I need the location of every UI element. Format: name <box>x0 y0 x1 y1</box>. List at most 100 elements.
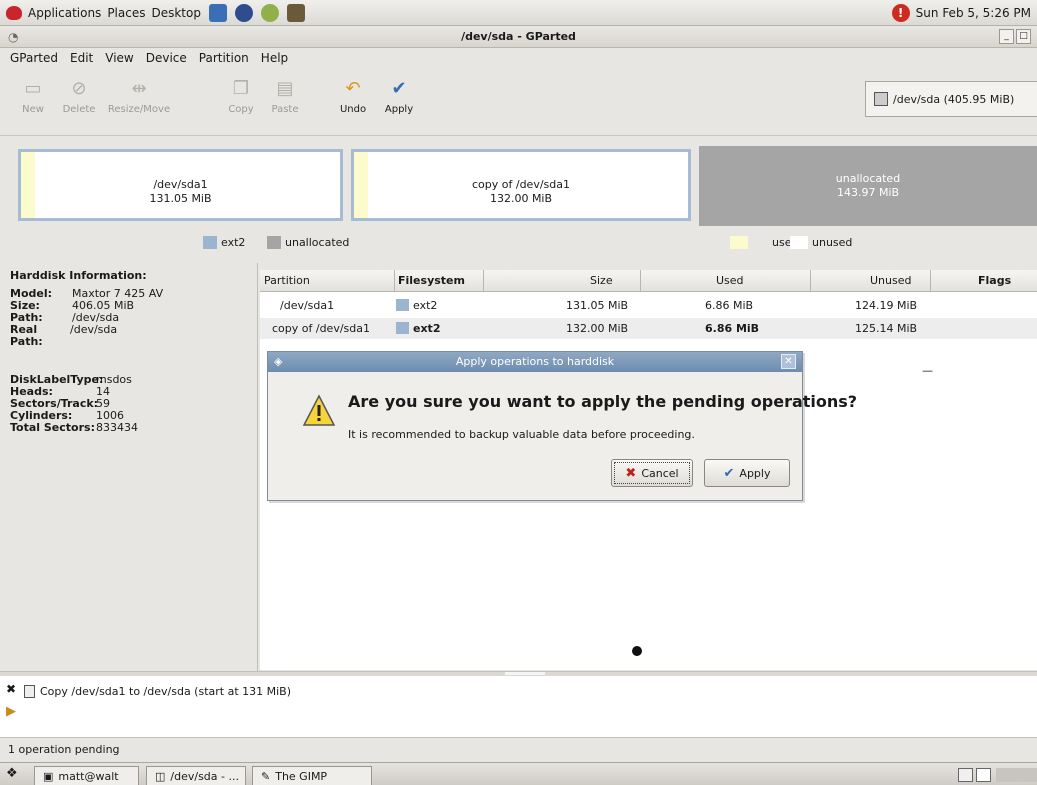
ext2-swatch <box>396 322 409 334</box>
device-select[interactable]: /dev/sda (405.95 MiB) <box>865 81 1037 117</box>
workspace-3[interactable] <box>996 768 1037 782</box>
hd-path: Path:/dev/sda <box>10 312 247 324</box>
legend-ext2: ext2 <box>203 236 245 249</box>
cell-filesystem: ext2 <box>396 299 437 312</box>
graph-unallocated[interactable]: unallocated 143.97 MiB <box>699 146 1037 226</box>
workspace-1[interactable] <box>958 768 973 782</box>
legend-ext2-label: ext2 <box>221 236 246 249</box>
undo-icon: ↶ <box>345 78 361 99</box>
graph-p2-size: 132.00 MiB <box>489 192 553 205</box>
dialog-title: Apply operations to harddisk <box>455 355 615 368</box>
pending-operation-text: Copy /dev/sda1 to /dev/sda (start at 131… <box>40 685 292 698</box>
dialog-apply-label: Apply <box>739 466 771 480</box>
legend-unallocated-label: unallocated <box>285 236 350 249</box>
pane-grip[interactable] <box>505 672 545 675</box>
copy-button[interactable]: ❐ Copy <box>218 74 264 130</box>
menu-edit[interactable]: Edit <box>70 51 93 65</box>
window-controls: _ □ <box>999 29 1031 44</box>
minimize-icon[interactable]: _ <box>999 29 1014 44</box>
column-separator[interactable] <box>640 270 641 292</box>
maximize-icon[interactable]: □ <box>1016 29 1031 44</box>
task-terminal[interactable]: ▣ matt@walt <box>34 766 139 785</box>
column-separator[interactable] <box>394 270 395 292</box>
dialog-close-icon[interactable]: ✕ <box>781 354 796 369</box>
panel-tray: ! Sun Feb 5, 5:26 PM <box>891 3 1031 22</box>
menu-places[interactable]: Places <box>107 6 145 20</box>
col-header-size[interactable]: Size <box>590 274 613 287</box>
col-header-partition[interactable]: Partition <box>264 274 310 287</box>
menu-help[interactable]: Help <box>261 51 288 65</box>
graph-partition-copy[interactable]: copy of /dev/sda1 132.00 MiB <box>351 149 691 221</box>
unallocated-swatch <box>267 236 281 249</box>
legend-unused-label: unused <box>812 236 853 249</box>
panel-clock[interactable]: Sun Feb 5, 5:26 PM <box>916 6 1031 20</box>
resize-move-button[interactable]: ⇹ Resize/Move <box>104 74 174 130</box>
delete-button[interactable]: ⊘ Delete <box>56 74 102 130</box>
apply-label: Apply <box>384 104 414 115</box>
harddisk-info-panel: Harddisk Information: Model: Maxtor 7 425… <box>0 263 258 671</box>
pending-operation-item[interactable]: Copy /dev/sda1 to /dev/sda (start at 131… <box>24 685 291 698</box>
col-header-used[interactable]: Used <box>716 274 744 287</box>
col-header-filesystem[interactable]: Filesystem <box>398 274 465 287</box>
menu-partition[interactable]: Partition <box>199 51 249 65</box>
resize-move-icon: ⇹ <box>131 78 147 99</box>
table-row[interactable]: /dev/sda1 ext2 131.05 MiB 6.86 MiB 124.1… <box>260 295 1037 316</box>
column-separator[interactable] <box>483 270 484 292</box>
close-pane-icon[interactable]: ✖ <box>6 682 16 696</box>
dialog-question: Are you sure you want to apply the pendi… <box>348 392 858 411</box>
status-bar: 1 operation pending <box>8 743 120 756</box>
cell-filesystem: ext2 <box>396 322 440 335</box>
task-gparted[interactable]: ◫ /dev/sda - ... <box>146 766 246 785</box>
legend-unused: unused <box>790 236 852 249</box>
copy-label: Copy <box>228 104 254 115</box>
window-titlebar[interactable]: ◔ /dev/sda - GParted _ □ <box>0 26 1037 48</box>
column-separator[interactable] <box>930 270 931 292</box>
delete-label: Delete <box>62 104 96 115</box>
paste-icon: ▤ <box>276 78 294 99</box>
launcher-mail-icon[interactable] <box>260 3 279 22</box>
cell-used: 6.86 MiB <box>705 322 760 335</box>
menu-desktop[interactable]: Desktop <box>151 6 201 20</box>
hd-realpath: Real Path: /dev/sda <box>10 324 247 348</box>
menu-view[interactable]: View <box>105 51 133 65</box>
dialog-apply-button[interactable]: ✔ Apply <box>704 459 790 487</box>
update-alert-icon[interactable]: ! <box>891 3 910 22</box>
table-row[interactable]: copy of /dev/sda1 ext2 132.00 MiB 6.86 M… <box>260 318 1037 339</box>
legend: ext2 unallocated used unused <box>0 229 1037 257</box>
apply-check-icon: ✔ <box>391 78 407 99</box>
task-gimp[interactable]: ✎ The GIMP <box>252 766 372 785</box>
show-desktop-icon[interactable]: ❖ <box>6 766 28 784</box>
cancel-label: Cancel <box>641 466 679 480</box>
launcher-gimp-icon[interactable] <box>286 3 305 22</box>
gparted-icon: ◫ <box>155 769 166 783</box>
dialog-titlebar[interactable]: ◈ Apply operations to harddisk ✕ <box>268 352 802 372</box>
cancel-button[interactable]: ✖ Cancel <box>611 459 693 487</box>
toolbar: ▭ New ⊘ Delete ⇹ Resize/Move ❐ Copy ▤ Pa… <box>0 68 1037 136</box>
menu-device[interactable]: Device <box>146 51 187 65</box>
harddisk-icon <box>874 92 888 106</box>
column-separator[interactable] <box>810 270 811 292</box>
launcher-browser-icon[interactable] <box>234 3 253 22</box>
col-header-unused[interactable]: Unused <box>870 274 911 287</box>
cell-unused: 125.14 MiB <box>855 322 918 335</box>
window-title: /dev/sda - GParted <box>461 30 576 43</box>
play-arrow-icon[interactable]: ▶ <box>6 704 16 719</box>
ext2-swatch <box>396 299 409 311</box>
copy-operation-icon <box>24 685 35 698</box>
new-button[interactable]: ▭ New <box>10 74 56 130</box>
menu-applications[interactable]: Applications <box>28 6 101 20</box>
apply-button[interactable]: ✔ Apply <box>376 74 422 130</box>
menu-gparted[interactable]: GParted <box>10 51 58 65</box>
launcher-file-manager-icon[interactable] <box>208 3 227 22</box>
hd-realpath-key: Real Path: <box>10 323 43 348</box>
applications-icon <box>6 5 22 20</box>
cell-filesystem-text: ext2 <box>413 299 438 312</box>
paste-button[interactable]: ▤ Paste <box>262 74 308 130</box>
col-header-flags[interactable]: Flags <box>978 274 1011 287</box>
graph-partition-sda1[interactable]: /dev/sda1 131.05 MiB <box>18 149 343 221</box>
cell-partition: /dev/sda1 <box>280 299 335 312</box>
new-label: New <box>22 104 44 115</box>
workspace-2[interactable] <box>976 768 991 782</box>
harddisk-info-title: Harddisk Information: <box>10 269 147 282</box>
undo-button[interactable]: ↶ Undo <box>330 74 376 130</box>
